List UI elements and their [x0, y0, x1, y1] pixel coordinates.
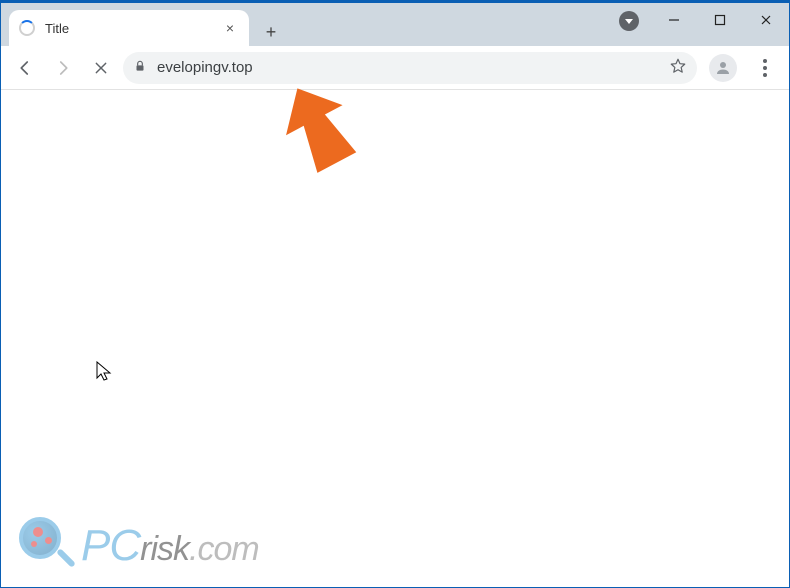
window-controls	[651, 3, 789, 37]
stop-reload-button[interactable]	[85, 52, 117, 84]
new-tab-button[interactable]: +	[257, 18, 285, 46]
forward-button[interactable]	[47, 52, 79, 84]
page-content	[1, 90, 789, 587]
maximize-button[interactable]	[697, 3, 743, 37]
address-bar[interactable]: evelopingv.top	[123, 52, 697, 84]
close-window-button[interactable]	[743, 3, 789, 37]
back-button[interactable]	[9, 52, 41, 84]
browser-tab[interactable]: Title ×	[9, 10, 249, 46]
url-text: evelopingv.top	[157, 59, 661, 76]
profile-avatar-button[interactable]	[709, 54, 737, 82]
menu-button[interactable]	[749, 59, 781, 77]
tab-strip: Title × +	[1, 3, 285, 46]
extension-button[interactable]	[619, 11, 639, 31]
close-tab-button[interactable]: ×	[221, 18, 239, 38]
loading-spinner-icon	[19, 20, 35, 36]
bookmark-star-icon[interactable]	[669, 57, 687, 79]
titlebar: Title × +	[1, 1, 789, 46]
minimize-button[interactable]	[651, 3, 697, 37]
toolbar: evelopingv.top	[1, 46, 789, 90]
tab-title: Title	[45, 21, 221, 36]
lock-icon	[133, 59, 147, 77]
